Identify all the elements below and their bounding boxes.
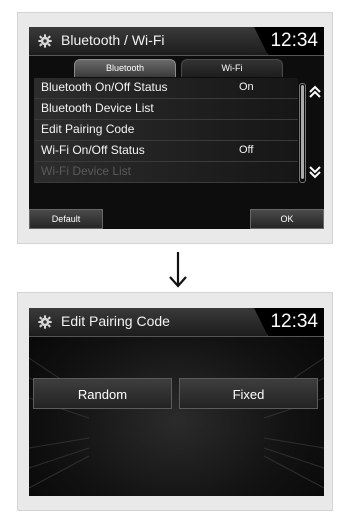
random-button[interactable]: Random	[33, 378, 172, 409]
arrow-down-icon	[169, 252, 187, 288]
edit-pairing-code-screen: Edit Pairing Code 12:34 Random Fixed	[29, 308, 324, 496]
page-title: Edit Pairing Code	[61, 313, 170, 329]
default-button[interactable]: Default	[29, 209, 103, 229]
list-item-label: Bluetooth On/Off Status	[41, 80, 168, 94]
ok-button[interactable]: OK	[250, 209, 324, 229]
double-chevron-down-icon[interactable]	[308, 165, 322, 179]
background-light-rays	[29, 357, 324, 489]
page-title: Bluetooth / Wi-Fi	[61, 32, 165, 48]
gear-icon	[38, 34, 52, 48]
list-item-value: On	[239, 81, 254, 93]
gear-icon	[38, 315, 52, 329]
clock: 12:34	[270, 30, 318, 51]
clock-box: 12:34	[254, 27, 324, 55]
list-item-bluetooth-device-list[interactable]: Bluetooth Device List	[34, 99, 298, 120]
clock-box: 12:34	[254, 308, 324, 336]
list-item-bluetooth-status[interactable]: Bluetooth On/Off Status On	[34, 78, 298, 99]
list-item-edit-pairing-code[interactable]: Edit Pairing Code	[34, 120, 298, 141]
list-item-wifi-status[interactable]: Wi-Fi On/Off Status Off	[34, 141, 298, 162]
list-item-label: Bluetooth Device List	[41, 101, 154, 115]
settings-list: Bluetooth On/Off Status On Bluetooth Dev…	[34, 78, 298, 183]
title-bar: Bluetooth / Wi-Fi 12:34	[29, 27, 324, 56]
screenshot-panel-bluetooth-wifi: Bluetooth / Wi-Fi 12:34 Bluetooth Wi-Fi …	[17, 12, 333, 244]
list-item-label: Wi-Fi On/Off Status	[41, 143, 145, 157]
double-chevron-up-icon[interactable]	[308, 85, 322, 99]
scrollbar[interactable]	[299, 83, 306, 183]
fixed-button[interactable]: Fixed	[179, 378, 318, 409]
tab-bar: Bluetooth Wi-Fi	[29, 57, 324, 77]
tab-bluetooth[interactable]: Bluetooth	[74, 59, 176, 77]
bottom-bar: Default OK	[29, 209, 324, 229]
list-item-wifi-device-list: Wi-Fi Device List	[34, 162, 298, 183]
clock: 12:34	[270, 311, 318, 332]
tab-wifi[interactable]: Wi-Fi	[181, 59, 283, 77]
list-item-value: Off	[239, 144, 254, 156]
list-item-label: Wi-Fi Device List	[41, 164, 132, 178]
bluetooth-wifi-screen: Bluetooth / Wi-Fi 12:34 Bluetooth Wi-Fi …	[29, 27, 324, 229]
scrollbar-thumb[interactable]	[301, 85, 304, 179]
screenshot-panel-edit-pairing-code: Edit Pairing Code 12:34 Random Fixed	[17, 292, 333, 511]
list-item-label: Edit Pairing Code	[41, 122, 135, 136]
title-bar: Edit Pairing Code 12:34	[29, 308, 324, 337]
